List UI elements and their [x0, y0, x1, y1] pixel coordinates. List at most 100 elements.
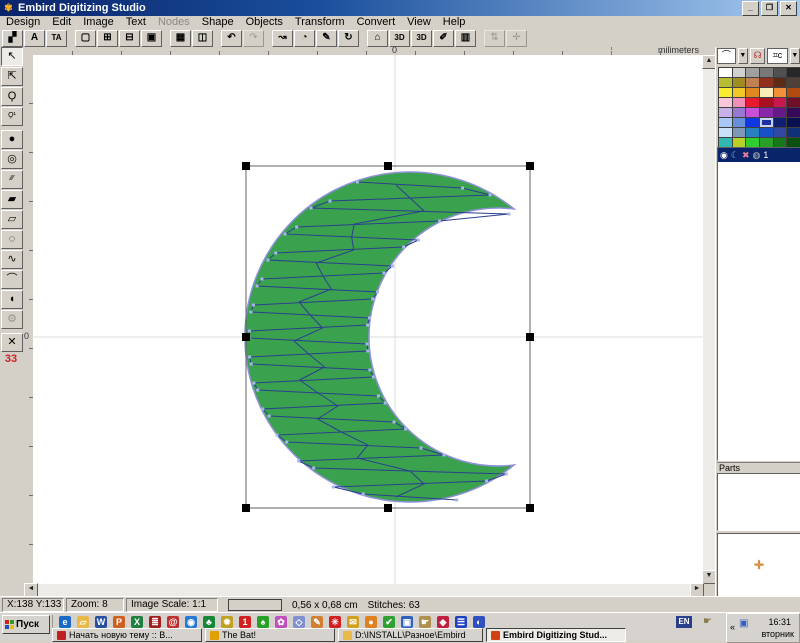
stitch-type-selector[interactable]: ⌗c [767, 48, 787, 64]
quick-launch-icon[interactable]: ▱ [77, 616, 89, 628]
quick-launch-icon[interactable]: ▣ [401, 616, 413, 628]
import-design-button[interactable]: ⊟ [119, 30, 140, 47]
color-swatch[interactable] [719, 128, 732, 137]
quick-launch-icon[interactable]: ♣ [203, 616, 215, 628]
color-swatch[interactable] [787, 78, 800, 87]
scroll-right-button[interactable]: ► [690, 583, 704, 597]
undo-button[interactable]: ↶ [221, 30, 242, 47]
horizontal-scrollbar[interactable]: ◄ ► [24, 584, 703, 596]
machine-format-button[interactable]: ⌂ [367, 30, 388, 47]
fur-fill-tool[interactable]: ⁄⁄⁄ [1, 170, 23, 189]
rotate-button[interactable]: ↻ [338, 30, 359, 47]
tools-button[interactable]: ✐ [433, 30, 454, 47]
color-swatch[interactable] [719, 118, 732, 127]
color-swatch[interactable] [760, 98, 773, 107]
quick-launch-icon[interactable]: X [131, 616, 143, 628]
visibility-eye-icon[interactable]: ◉ [720, 150, 728, 161]
color-swatch[interactable] [746, 88, 759, 97]
color-swatch[interactable] [746, 128, 759, 137]
edit-text-button[interactable]: TA [46, 30, 67, 47]
color-swatch[interactable] [760, 108, 773, 117]
tray-network-icon[interactable]: ▣ [739, 618, 748, 629]
color-swatch[interactable] [746, 68, 759, 77]
menu-design[interactable]: Design [0, 16, 46, 29]
color-swatch[interactable] [774, 138, 787, 147]
quick-launch-icon[interactable]: ≣ [149, 616, 161, 628]
menu-image[interactable]: Image [77, 16, 120, 29]
color-swatch[interactable] [760, 78, 773, 87]
picture-button[interactable]: ▥ [455, 30, 476, 47]
quick-launch-icon[interactable]: ◇ [293, 616, 305, 628]
crescent-design[interactable] [33, 55, 703, 584]
color-swatch[interactable] [733, 68, 746, 77]
color-swatch[interactable] [760, 138, 773, 147]
quick-launch-icon[interactable]: ◐ [473, 616, 485, 628]
stitch-marker-tool[interactable]: ✕ [1, 333, 23, 352]
color-swatch[interactable] [733, 128, 746, 137]
quick-launch-icon[interactable]: ☰ [455, 616, 467, 628]
node-select-tool[interactable]: ⇱ [1, 67, 23, 86]
add-text-button[interactable]: A [24, 30, 45, 47]
fill-hole-tool[interactable]: ◎ [1, 150, 23, 169]
color-swatch[interactable] [760, 88, 773, 97]
stitch-direction-button[interactable]: ↝ [272, 30, 293, 47]
close-button[interactable]: ✕ [780, 1, 797, 16]
menu-transform[interactable]: Transform [289, 16, 351, 29]
color-swatch[interactable] [787, 138, 800, 147]
zigzag-tool[interactable]: ∿ [1, 250, 23, 269]
scroll-left-button[interactable]: ◄ [24, 583, 38, 597]
color-swatch[interactable] [787, 108, 800, 117]
color-swatch[interactable] [774, 128, 787, 137]
save-design-button[interactable]: ▣ [141, 30, 162, 47]
column-border-tool[interactable]: ▱ [1, 210, 23, 229]
color-swatch[interactable] [746, 118, 759, 127]
menu-objects[interactable]: Objects [240, 16, 289, 29]
column-tool[interactable]: ▰ [1, 190, 23, 209]
zoom-tool[interactable]: Ϙ [1, 87, 23, 106]
scroll-up-button[interactable]: ▲ [702, 55, 716, 69]
quick-launch-icon[interactable]: ✿ [275, 616, 287, 628]
menu-help[interactable]: Help [437, 16, 472, 29]
tray-chevron[interactable]: « [730, 622, 735, 632]
quick-launch-icon[interactable]: ◆ [437, 616, 449, 628]
quick-launch-icon[interactable]: ✉ [347, 616, 359, 628]
select-tool[interactable]: ↖ [1, 47, 23, 66]
simulator-button[interactable]: ◔ [294, 30, 315, 47]
color-swatch[interactable] [719, 108, 732, 117]
new-design-button[interactable]: ▢ [75, 30, 96, 47]
color-swatch[interactable] [787, 118, 800, 127]
color-swatch[interactable] [787, 88, 800, 97]
paste-button[interactable]: ◫ [192, 30, 213, 47]
curve-style-dropdown-arrow[interactable]: ▼ [738, 48, 748, 64]
color-swatch[interactable] [719, 98, 732, 107]
color-swatch[interactable] [774, 108, 787, 117]
vertical-scrollbar[interactable]: ▲ ▼ [703, 55, 715, 584]
menu-view[interactable]: View [401, 16, 437, 29]
curve-tool[interactable]: ⌒ [1, 270, 23, 289]
quick-launch-icon[interactable]: ● [365, 616, 377, 628]
menu-text[interactable]: Text [120, 16, 152, 29]
stitch-type-dropdown-arrow[interactable]: ▼ [790, 48, 800, 64]
color-swatch[interactable] [746, 108, 759, 117]
selection-handle[interactable] [384, 162, 392, 170]
selection-handle[interactable] [242, 504, 250, 512]
parts-list[interactable] [717, 473, 800, 531]
color-swatch[interactable] [787, 68, 800, 77]
color-swatch[interactable] [733, 88, 746, 97]
color-swatch[interactable] [774, 68, 787, 77]
sew-tool-button[interactable]: ✎ [316, 30, 337, 47]
object-list[interactable]: ◉ ☾ ✖ ◍ 1 [717, 147, 800, 461]
quick-launch-icon[interactable]: ☛ [419, 616, 431, 628]
color-swatch[interactable] [746, 98, 759, 107]
menu-edit[interactable]: Edit [46, 16, 77, 29]
color-swatch[interactable] [760, 128, 773, 137]
3d-view-button[interactable]: 3D [389, 30, 410, 47]
outline-tool[interactable]: ◌ [1, 230, 23, 249]
minimize-button[interactable]: _ [742, 1, 759, 16]
color-swatch[interactable] [774, 98, 787, 107]
selection-handle[interactable] [384, 504, 392, 512]
selection-handle[interactable] [242, 162, 250, 170]
color-swatch[interactable] [733, 78, 746, 87]
color-swatch[interactable] [787, 128, 800, 137]
quick-launch-icon[interactable]: ✹ [221, 616, 233, 628]
